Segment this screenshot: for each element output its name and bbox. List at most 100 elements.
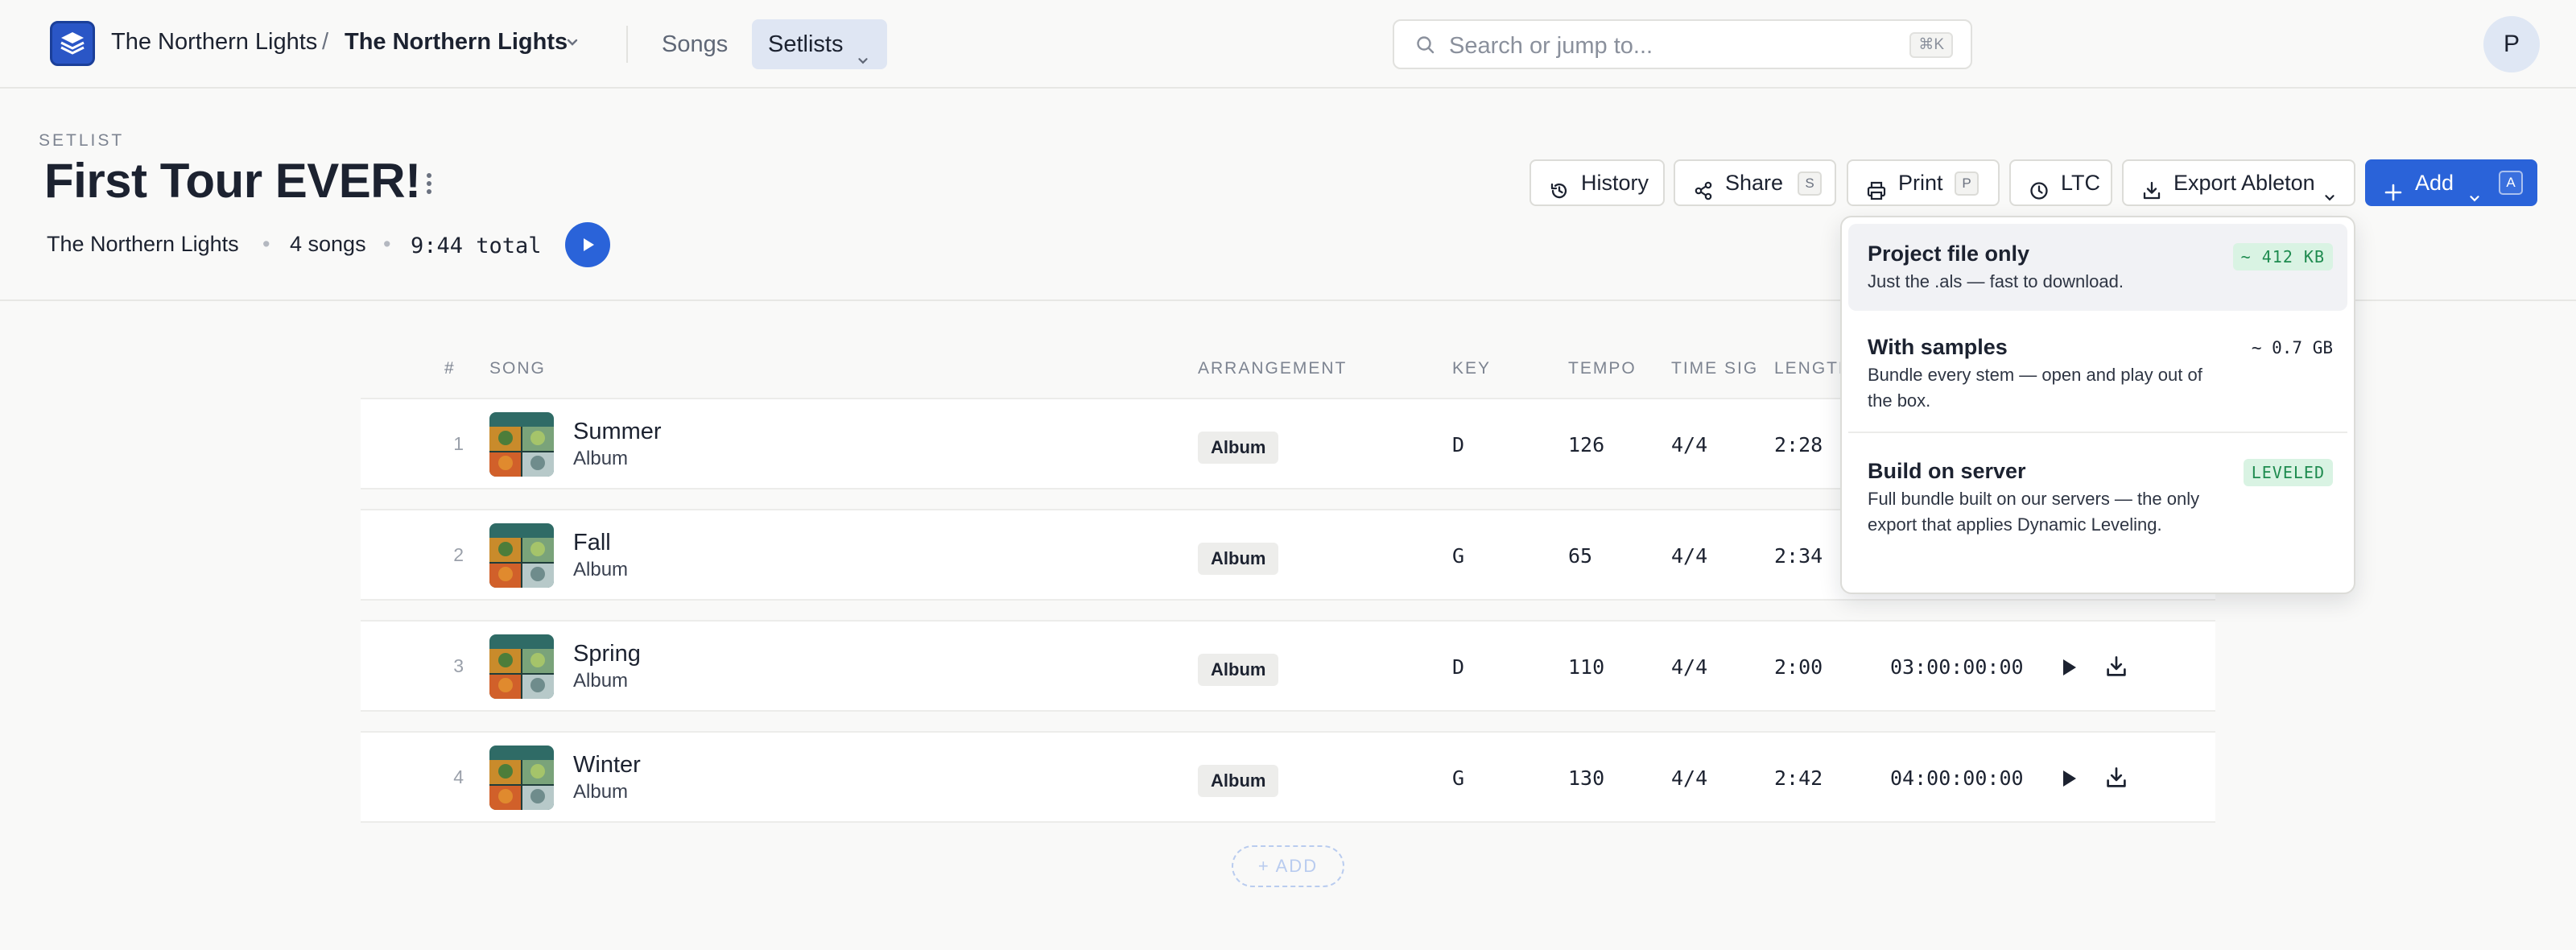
arrangement-badge[interactable]: Album [1198, 543, 1279, 575]
print-label: Print [1898, 171, 1943, 195]
song-tempo: 130 [1568, 766, 1605, 790]
album-art-thumbnail [489, 523, 554, 588]
song-time-sig: 4/4 [1671, 544, 1708, 568]
play-song-icon[interactable] [2058, 656, 2080, 683]
print-shortcut-badge: P [1955, 171, 1979, 196]
search-placeholder: Search or jump to... [1449, 33, 1653, 59]
song-ltc-start: 04:00:00:00 [1890, 766, 2024, 790]
song-key: G [1452, 544, 1465, 568]
breadcrumb-workspace[interactable]: The Northern Lights [111, 29, 317, 56]
album-art-thumbnail [489, 412, 554, 477]
row-number: 1 [453, 433, 464, 454]
song-count: 4 songs [290, 232, 366, 256]
add-song-row-button[interactable]: + ADD [1232, 845, 1344, 887]
song-key: G [1452, 766, 1465, 790]
play-icon [584, 238, 594, 251]
song-key: D [1452, 433, 1465, 456]
column-header-arrangement[interactable]: ARRANGEMENT [1198, 359, 1347, 378]
song-tempo: 65 [1568, 544, 1593, 568]
song-title[interactable]: Summer [573, 419, 662, 445]
download-icon [2141, 172, 2162, 216]
total-duration: 9:44 total [411, 233, 542, 258]
song-title[interactable]: Winter [573, 752, 641, 779]
menu-item-with-samples[interactable]: With samples Bundle every stem — open an… [1848, 316, 2347, 433]
breadcrumb-separator: / [322, 29, 329, 55]
song-time-sig: 4/4 [1671, 766, 1708, 790]
leveled-badge: LEVELED [2243, 459, 2333, 486]
song-tempo: 110 [1568, 655, 1605, 679]
nav-divider [626, 26, 628, 63]
menu-item-build-on-server[interactable]: Build on server Full bundle built on our… [1848, 440, 2347, 584]
top-bar: The Northern Lights / The Northern Light… [0, 0, 2576, 89]
nav-tab-songs[interactable]: Songs [652, 19, 737, 69]
download-song-icon[interactable] [2104, 766, 2128, 794]
table-row[interactable]: 4 Winter Album Album G 130 4/4 2:42 04:0… [361, 731, 2215, 823]
plus-icon [2383, 172, 2404, 219]
column-header-song[interactable]: SONG [489, 359, 546, 378]
export-ableton-label: Export Ableton [2174, 171, 2315, 195]
history-icon [1549, 172, 1570, 216]
menu-item-project-file-only[interactable]: Project file only Just the .als — fast t… [1848, 224, 2347, 311]
song-length: 2:00 [1774, 655, 1823, 679]
history-button[interactable]: History [1530, 159, 1665, 206]
share-shortcut-badge: S [1798, 171, 1822, 196]
setlist-artist: The Northern Lights [47, 232, 239, 256]
song-length: 2:28 [1774, 433, 1823, 456]
page-title: First Tour EVER! [44, 154, 421, 208]
add-label: Add [2415, 171, 2454, 195]
clock-icon [2029, 172, 2050, 216]
chevron-down-icon [2322, 177, 2338, 221]
nav-tab-setlists-label: Setlists [768, 31, 844, 57]
ltc-button[interactable]: LTC [2009, 159, 2112, 206]
print-button[interactable]: Print P [1847, 159, 2000, 206]
song-title[interactable]: Fall [573, 530, 611, 556]
album-art-thumbnail [489, 746, 554, 810]
menu-item-description: Bundle every stem — open and play out of… [1868, 365, 2202, 411]
song-time-sig: 4/4 [1671, 433, 1708, 456]
column-header-time-sig[interactable]: TIME SIG [1671, 359, 1758, 378]
add-button[interactable]: Add A [2365, 159, 2537, 206]
search-input[interactable]: Search or jump to... ⌘K [1393, 19, 1972, 69]
share-label: Share [1725, 171, 1784, 195]
menu-item-title: With samples [1868, 335, 2008, 359]
share-button[interactable]: Share S [1674, 159, 1836, 206]
meta-separator: • [262, 232, 270, 256]
export-ableton-menu: Project file only Just the .als — fast t… [1840, 216, 2355, 594]
row-number: 4 [453, 766, 464, 787]
song-subtitle: Album [573, 781, 629, 803]
arrangement-badge[interactable]: Album [1198, 765, 1279, 797]
export-ableton-button[interactable]: Export Ableton [2122, 159, 2355, 206]
app-logo-icon[interactable] [50, 21, 95, 66]
album-art-thumbnail [489, 634, 554, 699]
chevron-down-icon [855, 37, 871, 87]
share-icon [1693, 172, 1714, 216]
row-number: 3 [453, 655, 464, 676]
song-length: 2:42 [1774, 766, 1823, 790]
menu-item-description: Just the .als — fast to download. [1868, 271, 2124, 291]
arrangement-badge[interactable]: Album [1198, 654, 1279, 686]
menu-item-title: Project file only [1868, 242, 2030, 266]
project-switcher-chevron-down-icon[interactable] [564, 34, 581, 56]
menu-item-description: Full bundle built on our servers — the o… [1868, 489, 2200, 535]
play-setlist-button[interactable] [565, 222, 610, 267]
row-number: 2 [453, 544, 464, 565]
play-song-icon[interactable] [2058, 767, 2080, 794]
download-song-icon[interactable] [2104, 655, 2128, 683]
nav-tab-setlists[interactable]: Setlists [752, 19, 887, 69]
user-avatar[interactable]: P [2483, 16, 2540, 72]
column-header-number: # [444, 359, 456, 378]
column-header-key[interactable]: KEY [1452, 359, 1491, 378]
column-header-tempo[interactable]: TEMPO [1568, 359, 1637, 378]
more-options-icon[interactable] [423, 173, 435, 197]
table-row[interactable]: 3 Spring Album Album D 110 4/4 2:00 03:0… [361, 620, 2215, 712]
search-icon [1415, 35, 1436, 60]
printer-icon [1866, 172, 1887, 216]
song-subtitle: Album [573, 670, 629, 692]
arrangement-badge[interactable]: Album [1198, 432, 1279, 464]
menu-item-title: Build on server [1868, 459, 2026, 483]
song-title[interactable]: Spring [573, 641, 641, 667]
song-length: 2:34 [1774, 544, 1823, 568]
song-key: D [1452, 655, 1465, 679]
breadcrumb-project[interactable]: The Northern Lights [345, 29, 568, 56]
song-subtitle: Album [573, 559, 629, 580]
